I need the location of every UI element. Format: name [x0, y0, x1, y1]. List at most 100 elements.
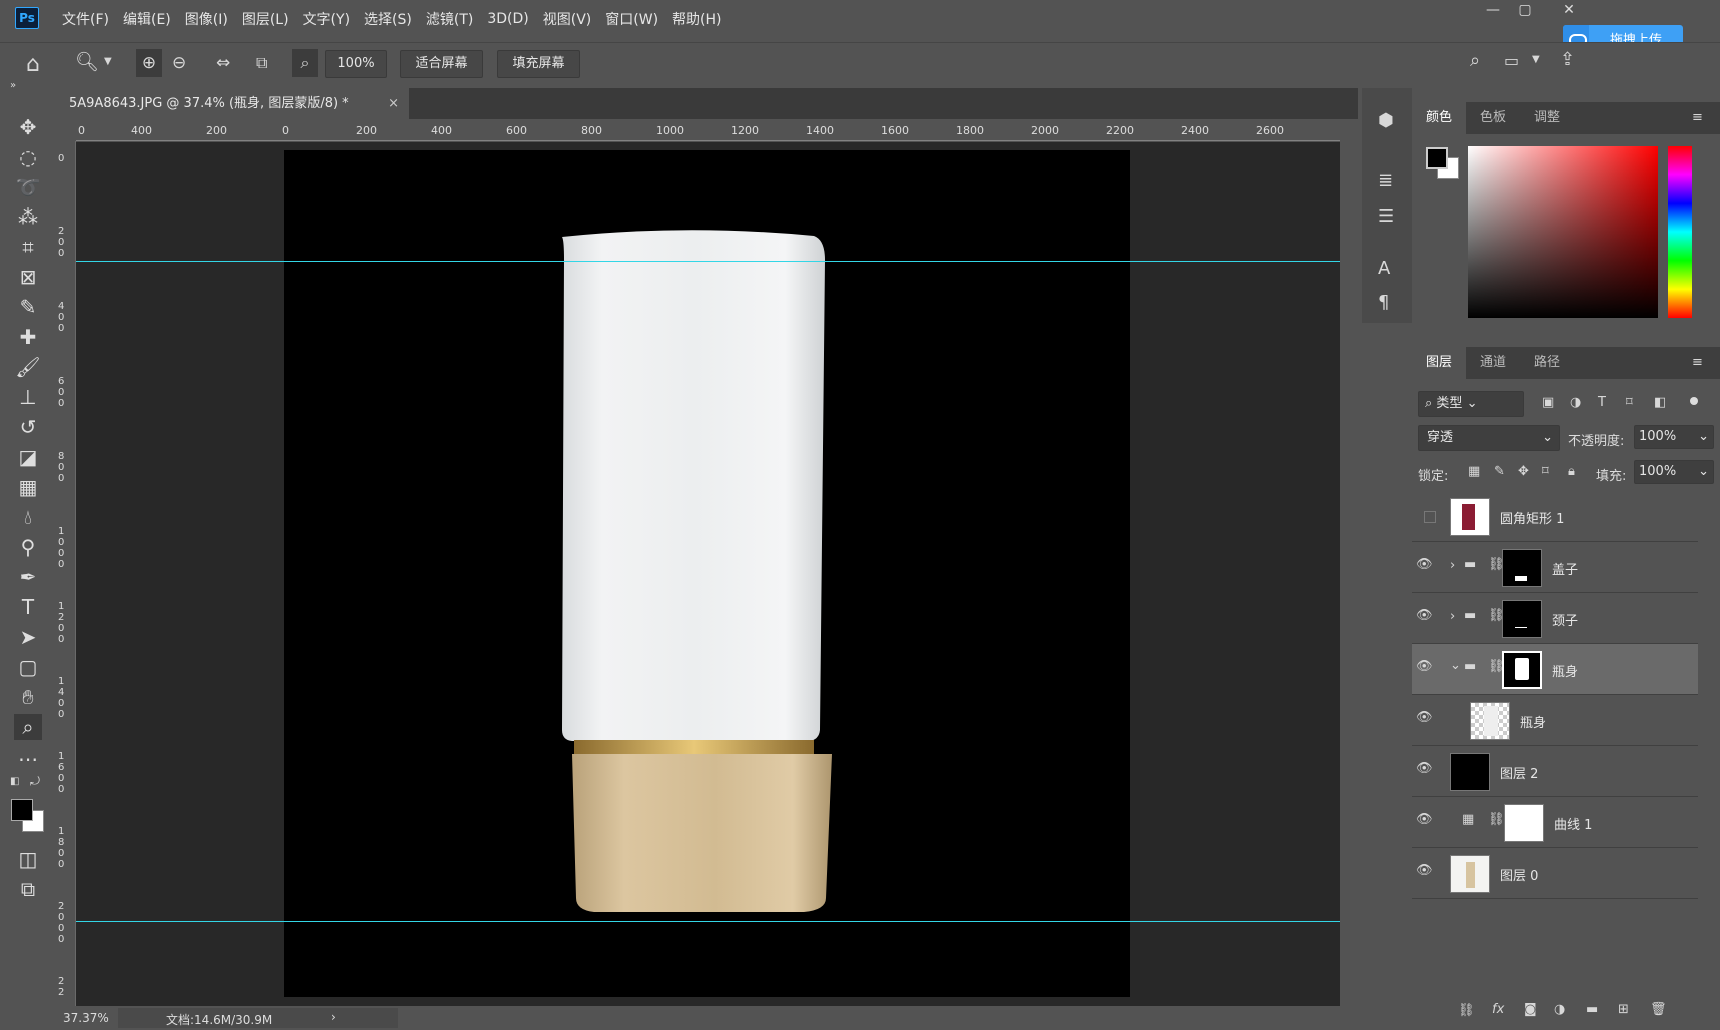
menu-3d[interactable]: 3D(D) — [487, 11, 528, 27]
lock-position-icon[interactable]: ✥ — [1518, 464, 1529, 479]
chevron-right-icon[interactable]: › — [1450, 609, 1455, 624]
screen-mode-icon[interactable]: ⧉ — [14, 876, 42, 902]
quick-mask-icon[interactable]: ◫ — [14, 846, 42, 872]
swap-colors-icon[interactable]: ⤾ — [30, 774, 40, 789]
new-layer-icon[interactable]: ⊞ — [1618, 1002, 1629, 1017]
guide-line[interactable] — [76, 261, 1340, 262]
lock-all-icon[interactable]: 🔒︎ — [1568, 464, 1575, 479]
crop-tool-icon[interactable]: ⌗ — [14, 234, 42, 260]
layer-name[interactable]: 圆角矩形 1 — [1500, 508, 1564, 527]
zoom-in-icon[interactable]: ⊕ — [136, 49, 162, 77]
menu-edit[interactable]: 编辑(E) — [123, 9, 171, 29]
menu-image[interactable]: 图像(I) — [185, 9, 228, 29]
eye-icon[interactable]: 👁︎ — [1416, 710, 1433, 725]
tab-swatches[interactable]: 色板 — [1466, 102, 1520, 134]
opacity-field[interactable]: 100% ⌄ — [1634, 425, 1714, 449]
home-icon[interactable]: ⌂ — [26, 52, 40, 77]
dodge-tool-icon[interactable]: ⚲ — [14, 534, 42, 560]
layer-row[interactable]: 👁︎ › ▬ ⛓︎ 盖子 — [1412, 542, 1698, 593]
properties-icon[interactable]: ☰ — [1378, 206, 1394, 227]
history-brush-icon[interactable]: ↺ — [14, 414, 42, 440]
lock-transparent-icon[interactable]: ▦ — [1468, 464, 1480, 479]
layer-row[interactable]: 👁︎ ▦ ⛓︎ 曲线 1 — [1412, 797, 1698, 848]
layer-name[interactable]: 图层 2 — [1500, 763, 1538, 782]
horizontal-ruler[interactable]: 0 400 200 0 200 400 600 800 1000 1200 14… — [76, 121, 1340, 141]
blend-mode-select[interactable]: 穿透 ⌄ — [1418, 425, 1560, 451]
eraser-tool-icon[interactable]: ◪ — [14, 444, 42, 470]
fx-icon[interactable]: fx — [1492, 1002, 1504, 1017]
filter-pixel-icon[interactable]: ▣ — [1542, 395, 1554, 410]
tab-paths[interactable]: 路径 — [1520, 347, 1574, 379]
fill-field[interactable]: 100% ⌄ — [1634, 460, 1714, 484]
layer-name[interactable]: 瓶身 — [1520, 712, 1546, 731]
panel-menu-icon[interactable]: ≡ — [1692, 110, 1703, 125]
filter-toggle[interactable] — [1690, 397, 1698, 405]
mask-thumbnail[interactable] — [1502, 549, 1542, 587]
document-canvas[interactable] — [284, 150, 1130, 997]
quick-select-tool-icon[interactable]: ⁂ — [14, 204, 42, 230]
link-icon[interactable]: ⛓︎ — [1488, 812, 1505, 827]
zoom-out-icon[interactable]: ⊖ — [172, 49, 186, 77]
vertical-ruler[interactable]: 0 2 0 0 4 0 0 6 0 0 8 0 0 1 0 0 0 1 2 0 … — [56, 141, 76, 1006]
layer-row[interactable]: 👁︎ 图层 0 — [1412, 848, 1698, 899]
eye-icon[interactable]: 👁︎ — [1416, 812, 1433, 827]
eye-icon[interactable]: 👁︎ — [1416, 761, 1433, 776]
link-layers-icon[interactable]: ⛓︎ — [1458, 1003, 1475, 1018]
eye-icon[interactable]: 👁︎ — [1416, 659, 1433, 674]
hand-tool-icon[interactable]: ✋︎ — [14, 684, 42, 710]
minimize-icon[interactable]: — — [1480, 2, 1506, 22]
stamp-tool-icon[interactable]: ⊥ — [14, 384, 42, 410]
brush-settings-icon[interactable]: ≣ — [1378, 170, 1393, 191]
eye-icon[interactable]: 👁︎ — [1416, 863, 1433, 878]
path-select-icon[interactable]: ➤ — [14, 624, 42, 650]
menu-layer[interactable]: 图层(L) — [242, 9, 289, 29]
layer-row[interactable]: 圆角矩形 1 — [1412, 491, 1698, 542]
zoom-tool-icon[interactable]: 🔍︎ — [75, 50, 99, 73]
workspace-icon[interactable]: ▭ — [1504, 51, 1519, 70]
menu-window[interactable]: 窗口(W) — [605, 9, 658, 29]
search-icon[interactable]: ⌕ — [1470, 50, 1480, 71]
zoom-tool-icon[interactable]: ⌕ — [14, 714, 42, 740]
visibility-toggle[interactable] — [1424, 511, 1436, 523]
filter-shape-icon[interactable]: ⌑ — [1626, 395, 1633, 410]
frame-tool-icon[interactable]: ⊠ — [14, 264, 42, 290]
layer-name[interactable]: 瓶身 — [1552, 661, 1578, 680]
eyedropper-tool-icon[interactable]: ✎ — [14, 294, 42, 320]
menu-select[interactable]: 选择(S) — [364, 9, 412, 29]
more-tools-icon[interactable]: ⋯ — [14, 746, 42, 772]
expand-icon[interactable]: » — [10, 80, 16, 91]
mask-thumbnail[interactable] — [1504, 804, 1544, 842]
layer-name[interactable]: 曲线 1 — [1554, 814, 1592, 833]
tab-color[interactable]: 颜色 — [1412, 102, 1467, 134]
tab-layers[interactable]: 图层 — [1412, 347, 1467, 379]
brush-tool-icon[interactable]: 🖌︎ — [14, 354, 42, 380]
chevron-down-icon[interactable]: ▼ — [1532, 54, 1540, 65]
layer-name[interactable]: 颈子 — [1552, 610, 1578, 629]
layer-row[interactable]: 👁︎ 瓶身 — [1412, 695, 1698, 746]
menu-file[interactable]: 文件(F) — [62, 9, 109, 29]
tab-adjustments[interactable]: 调整 — [1520, 102, 1574, 134]
layer-row-selected[interactable]: 👁︎ ⌄ ▬ ⛓︎ 瓶身 — [1412, 644, 1698, 695]
trash-icon[interactable]: 🗑︎ — [1650, 1002, 1667, 1017]
filter-adjustment-icon[interactable]: ◑ — [1570, 395, 1581, 410]
default-colors-icon[interactable]: ◧ — [10, 776, 19, 787]
scrubby-zoom-icon[interactable]: ⌕ — [292, 49, 318, 77]
paragraph-icon[interactable]: ¶ — [1378, 292, 1389, 313]
color-field[interactable] — [1468, 146, 1658, 318]
filter-type-icon[interactable]: T — [1598, 395, 1606, 410]
maximize-icon[interactable]: ▢ — [1512, 2, 1538, 22]
chevron-down-icon[interactable]: ⌄ — [1450, 658, 1461, 673]
share-icon[interactable]: ⇪ — [1560, 49, 1575, 70]
panel-menu-icon[interactable]: ≡ — [1692, 355, 1703, 370]
hue-slider[interactable] — [1668, 146, 1692, 318]
chevron-down-icon[interactable]: ▼ — [104, 56, 112, 67]
shape-tool-icon[interactable]: ▢ — [14, 654, 42, 680]
character-icon[interactable]: A — [1378, 258, 1390, 279]
mask-thumbnail[interactable] — [1502, 651, 1542, 689]
lock-artboard-icon[interactable]: ⌑ — [1542, 464, 1549, 479]
document-tab[interactable]: 5A9A8643.JPG @ 37.4% (瓶身, 图层蒙版/8) * × — [56, 88, 409, 119]
lock-pixels-icon[interactable]: ✎ — [1494, 464, 1505, 479]
eye-icon[interactable]: 👁︎ — [1416, 557, 1433, 572]
tab-channels[interactable]: 通道 — [1466, 347, 1520, 379]
status-arrow-icon[interactable]: › — [331, 1010, 336, 1024]
